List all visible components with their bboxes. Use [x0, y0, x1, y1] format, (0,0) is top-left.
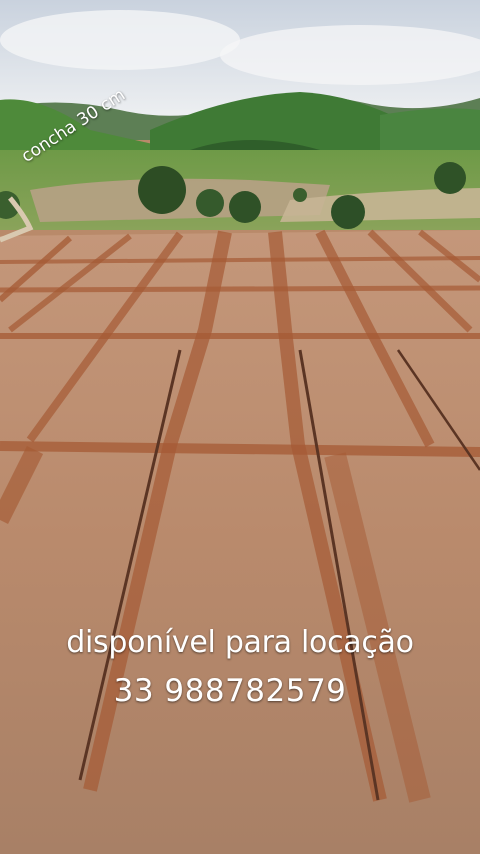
- terrace-row: [0, 285, 480, 293]
- caption-phone: 33 988782579: [113, 673, 347, 709]
- tree: [229, 191, 261, 223]
- tree: [293, 188, 307, 202]
- terrace-row: [0, 441, 480, 457]
- caption-availability: disponível para locação: [66, 625, 414, 660]
- tree: [196, 189, 224, 217]
- tree: [138, 166, 186, 214]
- tree: [331, 195, 365, 229]
- tree: [434, 162, 466, 194]
- cloud: [0, 10, 240, 70]
